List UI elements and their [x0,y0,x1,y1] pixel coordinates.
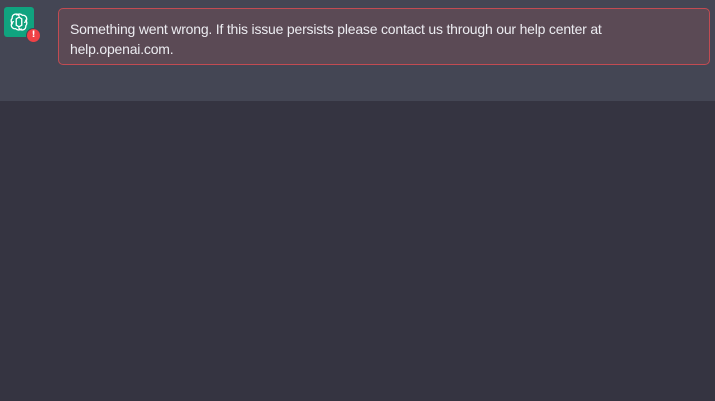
chat-page: ! Something went wrong. If this issue pe… [0,0,715,401]
error-message-box: Something went wrong. If this issue pers… [58,8,710,65]
error-message-text: Something went wrong. If this issue pers… [70,21,602,57]
openai-logo-icon [10,13,28,31]
error-badge-icon: ! [26,28,41,43]
assistant-message-row: ! Something went wrong. If this issue pe… [0,0,715,101]
